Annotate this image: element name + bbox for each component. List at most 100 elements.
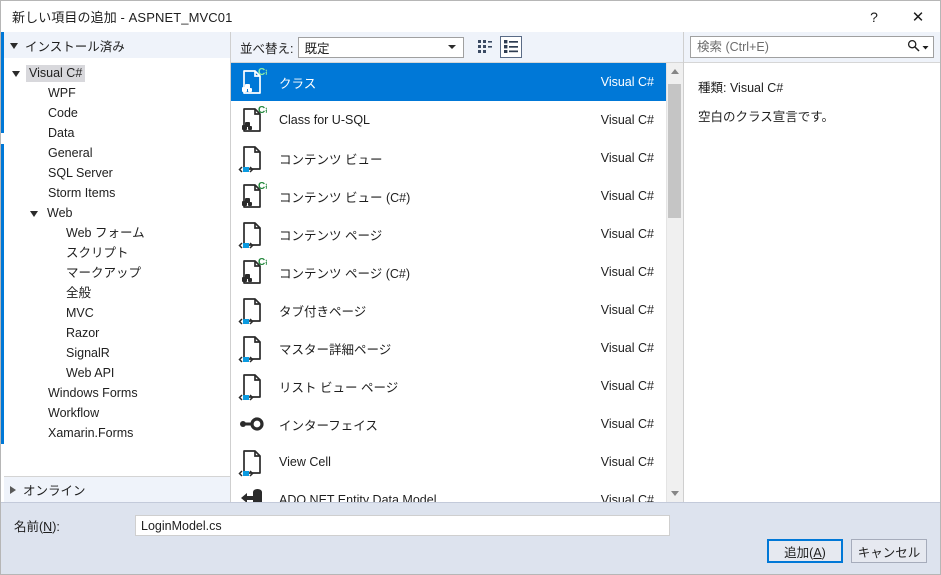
csharp-class-icon: C# [237,105,267,135]
category-sidebar: インストール済み Visual C# WPF Code Data General SQL … [1,32,231,502]
ado-entity-icon [237,485,267,502]
tree-item[interactable]: SignalR [1,343,230,363]
template-list-scrollbar[interactable] [666,63,683,502]
xaml-page-icon [237,295,267,325]
tree-item[interactable]: WPF [1,83,230,103]
tree-item[interactable]: Code [1,103,230,123]
tree-item[interactable]: Visual C# [1,63,230,83]
scrollbar-track[interactable] [667,80,684,485]
csharp-class-icon: C# [237,67,267,97]
sort-dropdown[interactable]: 既定 [298,36,465,58]
template-list-item[interactable]: インターフェイス Visual C# [231,405,666,443]
sidebar-group-online-label: オンライン [23,484,86,498]
tree-item[interactable]: SQL Server [1,163,230,183]
template-list-item[interactable]: マスター詳細ページ Visual C# [231,329,666,367]
tree-item-label: Visual C# [26,64,86,82]
tree-item[interactable]: Windows Forms [1,383,230,403]
tree-item[interactable]: Workflow [1,403,230,423]
svg-text:C#: C# [258,105,267,116]
template-list-item[interactable]: ADO.NET Entity Data Model Visual C# [231,481,666,502]
search-box[interactable] [690,36,934,58]
template-item-name: View Cell [279,455,331,469]
sidebar-accent-bar [1,32,4,502]
search-input[interactable] [697,40,907,54]
template-list-item[interactable]: コンテンツ ビュー Visual C# [231,139,666,177]
template-item-language: Visual C# [600,493,654,502]
tree-item-label: WPF [48,85,76,100]
svg-text:C#: C# [258,67,267,78]
tree-item[interactable]: General [1,143,230,163]
add-button[interactable]: 追加(A) [767,539,843,563]
chevron-down-icon[interactable] [922,40,929,54]
template-list-item[interactable]: C# コンテンツ ページ (C#) Visual C# [231,253,666,291]
template-item-language: Visual C# [600,227,654,241]
tree-item[interactable]: マークアップ [1,263,230,283]
tree-item[interactable]: Data [1,123,230,143]
template-item-language: Visual C# [600,455,654,469]
category-tree: Visual C# WPF Code Data General SQL Server Sto… [1,58,230,476]
add-new-item-dialog: 新しい項目の追加 - ASPNET_MVC01 ? ✕ インストール済み Vis… [0,0,941,575]
details-pane: 種類: Visual C# 空白のクラス宣言です。 [683,32,940,502]
template-item-language: Visual C# [600,341,654,355]
tree-item-label: General [48,145,93,160]
template-list-item[interactable]: C# クラス Visual C# [231,63,666,101]
tree-item[interactable]: Razor [1,323,230,343]
tree-item-label: Storm Items [48,185,116,200]
scrollbar-thumb[interactable] [667,84,681,218]
template-item-name: タブ付きページ [279,304,367,319]
dialog-footer: 名前(N): 追加(A) キャンセル [1,502,940,574]
template-item-name: クラス [279,76,317,91]
chevron-down-icon [448,45,457,49]
csharp-class-icon: C# [237,257,267,287]
tree-item[interactable]: Web [1,203,230,223]
sidebar-group-online[interactable]: オンライン [1,476,230,502]
search-icon[interactable] [907,39,920,55]
template-item-name: Class for U-SQL [279,113,370,127]
list-view-button[interactable] [500,36,523,58]
tree-item[interactable]: スクリプト [1,243,230,263]
svg-text:C#: C# [258,257,267,268]
name-input[interactable] [135,515,670,536]
template-list-item[interactable]: タブ付きページ Visual C# [231,291,666,329]
template-list-item[interactable]: View Cell Visual C# [231,443,666,481]
template-item-name: コンテンツ ページ [279,228,383,243]
tree-item-label: MVC [66,305,94,320]
tree-item-label: Workflow [48,405,100,420]
tree-item[interactable]: Xamarin.Forms [1,423,230,443]
cancel-button[interactable]: キャンセル [851,539,927,563]
tree-item-label: Web フォーム [66,225,145,240]
close-button[interactable]: ✕ [896,1,940,32]
tree-item-label: マークアップ [66,265,142,280]
dialog-body: インストール済み Visual C# WPF Code Data General SQL … [1,32,940,502]
tree-item[interactable]: Web API [1,363,230,383]
tree-item-label: Web API [66,365,115,380]
template-item-name: インターフェイス [279,418,378,433]
name-row: 名前(N): [1,503,940,536]
tree-item[interactable]: Storm Items [1,183,230,203]
tree-item-label: Code [48,105,78,120]
xaml-page-icon [237,219,267,249]
list-toolbar: 並べ替え: 既定 [231,32,683,62]
tree-item[interactable]: 全般 [1,283,230,303]
template-list-item[interactable]: リスト ビュー ページ Visual C# [231,367,666,405]
template-list-item[interactable]: コンテンツ ページ Visual C# [231,215,666,253]
template-item-language: Visual C# [600,379,654,393]
help-button[interactable]: ? [852,1,896,32]
scroll-up-button[interactable] [667,63,684,80]
template-list-item[interactable]: C# Class for U-SQL Visual C# [231,101,666,139]
template-item-language: Visual C# [600,113,654,127]
template-item-language: Visual C# [600,265,654,279]
template-list-item[interactable]: C# コンテンツ ビュー (C#) Visual C# [231,177,666,215]
template-item-language: Visual C# [600,151,654,165]
svg-text:C#: C# [258,181,267,192]
tree-item-label: Windows Forms [48,385,138,400]
tree-item[interactable]: MVC [1,303,230,323]
scroll-down-button[interactable] [667,485,684,502]
tree-item-label: SignalR [66,345,110,360]
sidebar-group-installed[interactable]: インストール済み [1,32,230,58]
template-item-language: Visual C# [600,417,654,431]
name-field-label: 名前(N): [14,520,60,534]
tree-item-label: Razor [66,325,100,340]
tree-item[interactable]: Web フォーム [1,223,230,243]
tiles-view-button[interactable] [474,36,496,58]
